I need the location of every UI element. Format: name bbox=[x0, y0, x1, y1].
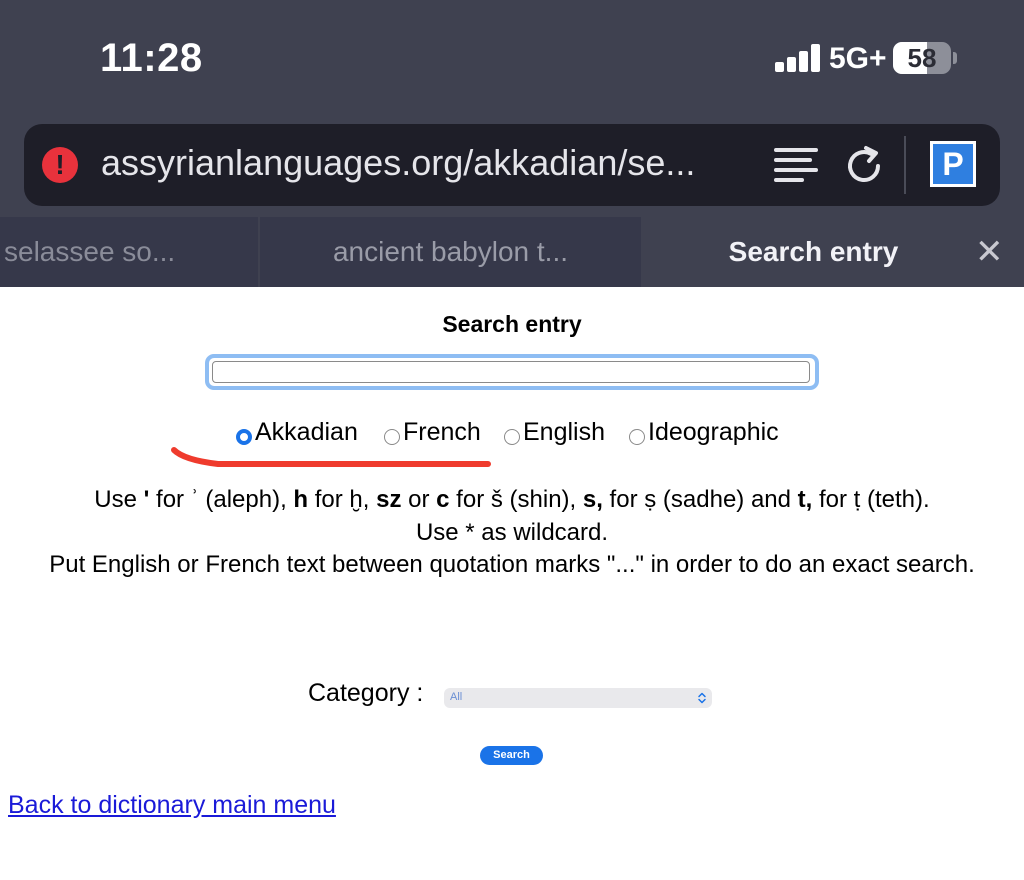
help-line-2: Use * as wildcard. bbox=[415, 518, 609, 546]
battery-nub bbox=[953, 52, 957, 64]
chevron-up-down-icon[interactable] bbox=[696, 691, 708, 705]
radio-ideographic-circle[interactable] bbox=[629, 429, 645, 445]
help-line-3: Put English or French text between quota… bbox=[49, 551, 975, 578]
category-select-value[interactable]: All bbox=[450, 691, 462, 703]
reader-view-icon[interactable] bbox=[774, 146, 818, 186]
warning-icon[interactable]: ! bbox=[42, 147, 78, 183]
radio-english-circle[interactable] bbox=[504, 429, 520, 445]
tab-active[interactable]: Search entry bbox=[643, 217, 1024, 287]
address-bar-divider bbox=[904, 136, 906, 194]
reload-icon[interactable] bbox=[842, 144, 886, 188]
tab-2[interactable]: ancient babylon t... bbox=[260, 217, 641, 287]
battery-icon: 58 bbox=[893, 42, 951, 74]
search-button[interactable]: Search bbox=[480, 746, 543, 765]
back-to-main-menu-link[interactable]: Back to dictionary main menu bbox=[8, 791, 336, 820]
tab-bar: selassee so... ancient babylon t... Sear… bbox=[0, 217, 1024, 287]
help-line-1: Use ' for ʾ (aleph), h for ḫ, sz or c fo… bbox=[94, 486, 930, 513]
tab-1[interactable]: selassee so... bbox=[0, 217, 258, 287]
radio-ideographic-label[interactable]: Ideographic bbox=[648, 418, 779, 447]
signal-icon bbox=[775, 44, 825, 72]
network-type: 5G+ bbox=[829, 42, 887, 75]
address-bar[interactable]: ! assyrianlanguages.org/akkadian/se... P bbox=[24, 124, 1000, 206]
browser-chrome: 11:28 5G+ 58 ! assyrianlanguages.org/akk… bbox=[0, 0, 1024, 287]
p-extension-icon[interactable]: P bbox=[930, 141, 976, 187]
url-text[interactable]: assyrianlanguages.org/akkadian/se... bbox=[101, 142, 695, 184]
red-underline-annotation bbox=[171, 447, 491, 467]
status-time: 11:28 bbox=[100, 36, 203, 80]
close-tab-icon[interactable]: ✕ bbox=[975, 217, 1004, 287]
search-input[interactable] bbox=[212, 361, 810, 383]
category-label: Category : bbox=[308, 679, 424, 707]
help-text: Use ' for ʾ (aleph), h for ḫ, sz or c fo… bbox=[20, 484, 1004, 582]
category-select[interactable]: All bbox=[444, 688, 712, 708]
radio-english-label[interactable]: English bbox=[523, 418, 605, 447]
search-input-focus-ring bbox=[205, 354, 819, 390]
page-title: Search entry bbox=[442, 311, 582, 337]
battery-level: 58 bbox=[907, 43, 937, 73]
